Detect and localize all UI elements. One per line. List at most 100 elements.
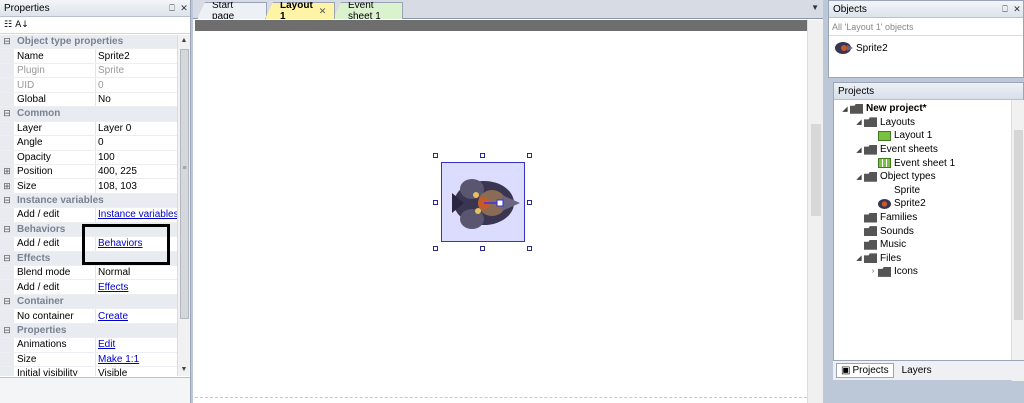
property-value[interactable]: Visible	[96, 367, 177, 376]
property-row[interactable]: Plugin Sprite	[0, 63, 177, 79]
resize-handle-w[interactable]	[433, 200, 438, 205]
property-category[interactable]: ⊟ Instance variables	[0, 193, 177, 209]
property-row[interactable]: UID 0	[0, 78, 177, 93]
property-value[interactable]: Behaviors	[96, 237, 177, 250]
property-link[interactable]: Create	[98, 311, 128, 322]
property-value[interactable]: 0	[96, 136, 177, 149]
scrollbar-thumb[interactable]	[811, 124, 821, 216]
tree-item[interactable]: ◢ Files	[834, 252, 1010, 266]
property-row[interactable]: Blend mode Normal	[0, 266, 177, 281]
property-row[interactable]: ⊞ Size 108, 103	[0, 179, 177, 194]
property-value[interactable]: 400, 225	[96, 165, 177, 178]
layout-scrollbar[interactable]	[807, 20, 823, 403]
property-row[interactable]: Opacity 100	[0, 150, 177, 165]
tree-item[interactable]: Sprite	[834, 184, 1010, 198]
property-row[interactable]: No container Create	[0, 309, 177, 324]
pin-icon[interactable]: ⎕	[166, 3, 178, 14]
property-row[interactable]: Add / edit Effects	[0, 280, 177, 295]
objects-filter[interactable]: All 'Layout 1' objects	[829, 18, 1023, 36]
scrollbar-thumb[interactable]	[1014, 130, 1023, 320]
resize-handle-sw[interactable]	[433, 246, 438, 251]
scrollbar-thumb[interactable]	[180, 49, 189, 319]
expand-icon[interactable]: ⊞	[0, 179, 14, 193]
tab-projects[interactable]: ▣ Projects	[836, 363, 894, 378]
property-category[interactable]: ⊟ Object type properties	[0, 35, 177, 50]
tree-item[interactable]: › Icons	[834, 265, 1010, 279]
property-value[interactable]: Layer 0	[96, 122, 177, 135]
property-category[interactable]: ⊟ Common	[0, 107, 177, 122]
resize-handle-e[interactable]	[527, 200, 532, 205]
property-row[interactable]: Size Make 1:1	[0, 352, 177, 368]
scroll-down-icon[interactable]: ▼	[178, 364, 190, 376]
tabs-dropdown-icon[interactable]: ▼	[811, 3, 819, 12]
property-value[interactable]: Effects	[96, 280, 177, 293]
tree-item[interactable]: Music	[834, 238, 1010, 252]
property-row[interactable]: Initial visibility Visible	[0, 367, 177, 376]
expander-icon[interactable]: ›	[868, 268, 878, 275]
tab-close-icon[interactable]: ✕	[319, 6, 327, 17]
property-row[interactable]: Add / edit Instance variables	[0, 208, 177, 223]
property-value[interactable]: Edit	[96, 338, 177, 351]
collapse-icon[interactable]: ⊟	[0, 193, 14, 208]
projects-scrollbar[interactable]	[1011, 100, 1024, 381]
sprite2-instance[interactable]	[441, 162, 525, 242]
resize-handle-se[interactable]	[527, 246, 532, 251]
tree-item[interactable]: ◢ Event sheets	[834, 143, 1010, 157]
tab-start-page[interactable]: Start page	[197, 2, 267, 19]
property-category[interactable]: ⊟ Properties	[0, 323, 177, 339]
layout-canvas[interactable]	[195, 31, 807, 403]
property-row[interactable]: Animations Edit	[0, 338, 177, 353]
property-link[interactable]: Make 1:1	[98, 354, 139, 365]
property-value[interactable]: No	[96, 93, 177, 106]
property-value[interactable]: 0	[96, 78, 177, 91]
tree-item[interactable]: Layout 1	[834, 129, 1010, 143]
sort-alphabetical-icon[interactable]: A↓	[15, 20, 29, 30]
property-value[interactable]: Make 1:1	[96, 353, 177, 366]
close-icon[interactable]: ✕	[178, 3, 190, 14]
resize-handle-nw[interactable]	[433, 153, 438, 158]
property-value[interactable]: Sprite	[96, 64, 177, 77]
tree-item[interactable]: Sprite2	[834, 197, 1010, 211]
properties-scrollbar[interactable]: ▲ ≡ ▼	[177, 35, 190, 376]
tree-item[interactable]: Sounds	[834, 224, 1010, 238]
resize-handle-s[interactable]	[480, 246, 485, 251]
property-value[interactable]: Instance variables	[96, 208, 177, 221]
property-link[interactable]: Edit	[98, 339, 115, 350]
scroll-up-icon[interactable]: ▲	[178, 35, 190, 47]
expander-icon[interactable]: ◢	[854, 146, 864, 154]
property-value[interactable]: Create	[96, 309, 177, 322]
tree-item[interactable]: ◢ New project*	[834, 102, 1010, 116]
property-category[interactable]: ⊟ Container	[0, 294, 177, 310]
collapse-icon[interactable]: ⊟	[0, 35, 14, 49]
property-link[interactable]: Behaviors	[98, 238, 142, 249]
tree-item[interactable]: ◢ Object types	[834, 170, 1010, 184]
tree-item[interactable]: Event sheet 1	[834, 156, 1010, 170]
property-row[interactable]: Global No	[0, 92, 177, 108]
resize-handle-ne[interactable]	[527, 153, 532, 158]
expander-icon[interactable]: ◢	[854, 118, 864, 126]
tab-event-sheet-1[interactable]: Event sheet 1	[333, 2, 403, 19]
property-value[interactable]: Sprite2	[96, 49, 177, 62]
property-row[interactable]: Add / edit Behaviors	[0, 237, 177, 252]
collapse-icon[interactable]: ⊟	[0, 107, 14, 121]
resize-handle-n[interactable]	[480, 153, 485, 158]
property-value[interactable]: 100	[96, 151, 177, 164]
expander-icon[interactable]: ◢	[840, 105, 850, 113]
expander-icon[interactable]: ◢	[854, 173, 864, 181]
close-icon[interactable]: ✕	[1011, 4, 1023, 15]
property-category[interactable]: ⊟ Behaviors	[0, 222, 177, 238]
property-value[interactable]: Normal	[96, 266, 177, 279]
property-row[interactable]: Angle 0	[0, 136, 177, 151]
expand-icon[interactable]: ⊞	[0, 164, 14, 179]
object-item-sprite2[interactable]: Sprite2	[829, 36, 1023, 57]
property-category[interactable]: ⊟ Effects	[0, 251, 177, 266]
expander-icon[interactable]: ◢	[854, 254, 864, 262]
tree-item[interactable]: ◢ Layouts	[834, 116, 1010, 130]
property-link[interactable]: Instance variables	[98, 209, 177, 220]
property-link[interactable]: Effects	[98, 282, 128, 293]
tab-layout-1[interactable]: Layout 1 ✕	[265, 2, 335, 19]
tree-item[interactable]: Families	[834, 211, 1010, 225]
collapse-icon[interactable]: ⊟	[0, 294, 14, 309]
property-value[interactable]: 108, 103	[96, 179, 177, 192]
collapse-icon[interactable]: ⊟	[0, 251, 14, 265]
